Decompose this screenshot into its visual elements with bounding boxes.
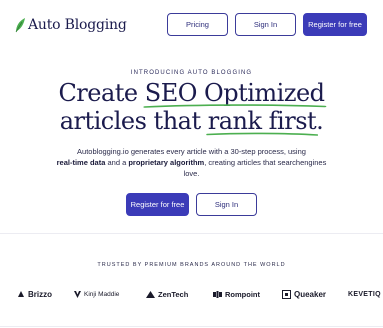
brand-label: Kinji Maddie: [84, 290, 120, 298]
headline-text: Create: [58, 79, 145, 107]
trusted-label: TRUSTED BY PREMIUM BRANDS AROUND THE WOR…: [97, 262, 286, 268]
site-logo[interactable]: Auto Blogging: [14, 15, 127, 35]
section-divider: [0, 326, 383, 327]
site-header: Auto Blogging Pricing Sign In Register f…: [0, 0, 383, 50]
headline-text: articles that: [59, 107, 208, 135]
brand-label: Rompoint: [225, 289, 260, 299]
section-divider: [0, 233, 383, 234]
subtitle-text: Autoblogging.io generates every article …: [77, 147, 306, 156]
brand-label: Brizzo: [28, 289, 52, 299]
brand-queaker: Queaker: [282, 286, 326, 302]
headline-highlight: SEO Optimized: [143, 81, 327, 108]
hero-register-button[interactable]: Register for free: [126, 193, 189, 216]
brand-kevetiq: KEVETIQ: [348, 286, 381, 302]
brand-label: Queaker: [294, 289, 327, 299]
zentech-logo-icon: [146, 290, 155, 298]
green-underline-icon: [205, 132, 318, 136]
kinji-logo-icon: [74, 290, 81, 298]
hero-headline-line-1: Create SEO Optimized: [0, 79, 383, 108]
headline-highlight: rank first: [205, 109, 318, 136]
pricing-button[interactable]: Pricing: [167, 13, 228, 36]
brand-rompoint: Rompoint: [213, 286, 260, 302]
hero-subtitle: Autoblogging.io generates every article …: [50, 146, 333, 179]
hero-headline-line-2: articles that rank first.: [0, 107, 383, 136]
brand-brizzo: Brizzo: [17, 286, 52, 302]
brand-logos: Brizzo Kinji Maddie ZenTech Rompoint Que…: [0, 286, 383, 302]
hero-eyebrow: INTRODUCING AUTO BLOGGING: [130, 70, 253, 76]
brand-zentech: ZenTech: [146, 286, 188, 302]
subtitle-bold: proprietary algorithm: [128, 158, 205, 167]
leaf-icon: [15, 18, 25, 33]
brand-kinji-maddie: Kinji Maddie: [74, 286, 119, 302]
brizzo-logo-icon: [18, 291, 24, 297]
hero-sign-in-button[interactable]: Sign In: [196, 193, 257, 216]
subtitle-text: and a: [105, 158, 129, 167]
register-button[interactable]: Register for free: [303, 13, 367, 36]
brand-label: ZenTech: [158, 289, 189, 299]
queaker-logo-icon: [282, 289, 291, 299]
brand-name: Auto Blogging: [28, 17, 127, 33]
subtitle-bold: real-time data: [56, 158, 106, 167]
brand-label: KEVETIQ: [348, 290, 381, 298]
rompoint-logo-icon: [213, 290, 222, 298]
sign-in-button[interactable]: Sign In: [235, 13, 296, 36]
subtitle-text: , creating articles that searchengines l…: [183, 158, 327, 178]
